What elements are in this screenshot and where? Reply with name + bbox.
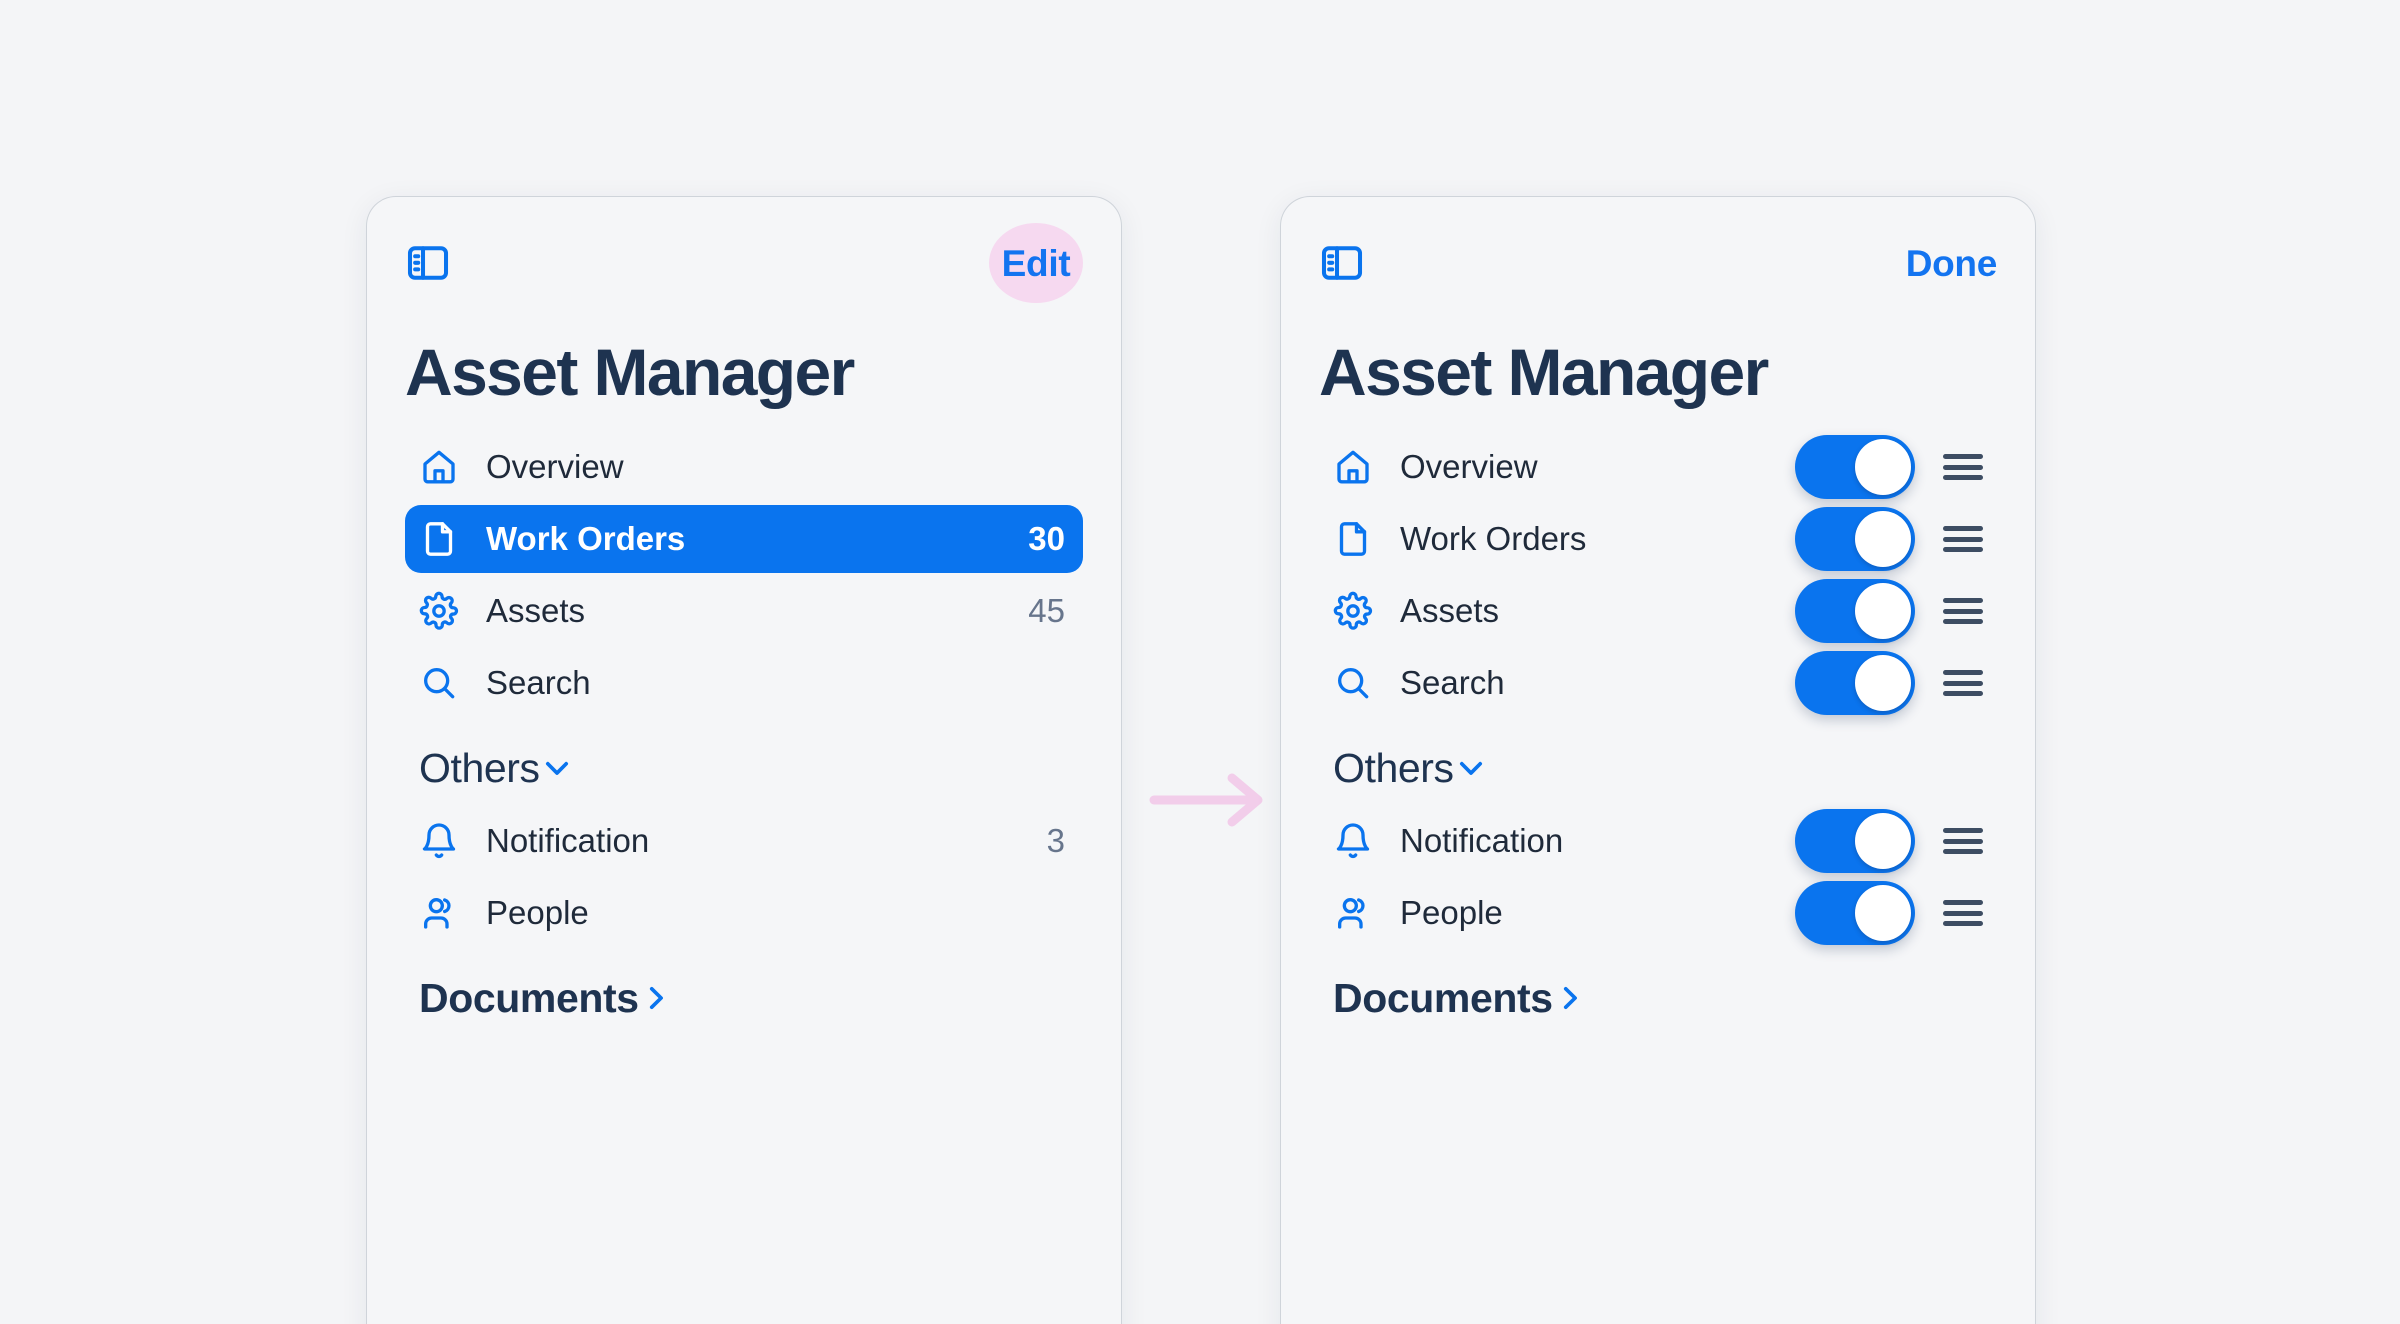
edit-button-highlight: Edit	[989, 223, 1083, 303]
sidebar-item-badge: 3	[1046, 822, 1065, 859]
toggle-knob	[1855, 813, 1911, 869]
home-icon	[1333, 447, 1373, 487]
visibility-toggle[interactable]	[1795, 435, 1915, 499]
drag-handle-icon[interactable]	[1943, 670, 1983, 696]
section-label: Others	[419, 744, 540, 791]
sidebar-item-label: Assets	[486, 592, 586, 629]
sidebar-item-label: Work Orders	[1400, 520, 1587, 557]
chevron-down-icon[interactable]	[1454, 751, 1488, 785]
sidebar-item-label: Notification	[1400, 822, 1564, 859]
sidebar-item-work-orders[interactable]: Work Orders 30	[405, 505, 1083, 573]
toggle-knob	[1855, 655, 1911, 711]
sidebar-item-label: Overview	[1400, 448, 1538, 485]
drag-handle-icon[interactable]	[1943, 828, 1983, 854]
sidebar-item-people[interactable]: People	[405, 879, 1083, 947]
visibility-toggle[interactable]	[1795, 809, 1915, 873]
section-label: Documents	[1333, 974, 1553, 1021]
page-title: Asset Manager	[1319, 335, 1769, 409]
visibility-toggle[interactable]	[1795, 881, 1915, 945]
bell-icon	[1333, 821, 1373, 861]
search-icon	[1333, 663, 1373, 703]
drag-handle-icon[interactable]	[1943, 454, 1983, 480]
drag-handle-icon[interactable]	[1943, 900, 1983, 926]
done-button[interactable]: Done	[1906, 245, 1998, 282]
row-controls	[1795, 809, 1983, 873]
home-icon	[419, 447, 459, 487]
document-icon	[1333, 519, 1373, 559]
sidebar-item-label: Search	[1400, 664, 1505, 701]
toggle-knob	[1855, 511, 1911, 567]
visibility-toggle[interactable]	[1795, 579, 1915, 643]
sidebar-item-search[interactable]: Search	[1319, 649, 1997, 717]
sidebar-item-badge: 30	[1028, 520, 1065, 557]
sidebar-item-label: People	[1400, 894, 1503, 931]
sidebar-item-people[interactable]: People	[1319, 879, 1997, 947]
sidebar-item-search[interactable]: Search	[405, 649, 1083, 717]
sidebar-item-label: Notification	[486, 822, 650, 859]
sidebar-item-label: Assets	[1400, 592, 1500, 629]
section-label: Others	[1333, 744, 1454, 791]
drag-handle-icon[interactable]	[1943, 526, 1983, 552]
panel-header-default: Edit	[405, 197, 1083, 309]
sidebar-item-label: People	[486, 894, 589, 931]
sidebar-item-label: Search	[486, 664, 591, 701]
section-label: Documents	[419, 974, 639, 1021]
sidebar-item-notification[interactable]: Notification 3	[405, 807, 1083, 875]
panel-left-icon[interactable]	[1319, 240, 1365, 286]
chevron-down-icon[interactable]	[540, 751, 574, 785]
section-header-documents[interactable]: Documents	[405, 959, 1083, 1037]
toggle-knob	[1855, 439, 1911, 495]
chevron-right-icon[interactable]	[1553, 981, 1587, 1015]
drag-handle-icon[interactable]	[1943, 598, 1983, 624]
gear-icon	[419, 591, 459, 631]
edit-button[interactable]: Edit	[1002, 245, 1071, 282]
visibility-toggle[interactable]	[1795, 651, 1915, 715]
chevron-right-icon[interactable]	[639, 981, 673, 1015]
sidebar-item-badge: 45	[1028, 592, 1065, 629]
row-controls	[1795, 579, 1983, 643]
panel-header-edit-mode: Done	[1319, 197, 1997, 309]
toggle-knob	[1855, 583, 1911, 639]
section-header-documents[interactable]: Documents	[1319, 959, 1997, 1037]
sidebar-item-work-orders[interactable]: Work Orders	[1319, 505, 1997, 573]
document-icon	[419, 519, 459, 559]
sidebar-item-assets[interactable]: Assets 45	[405, 577, 1083, 645]
row-controls	[1795, 507, 1983, 571]
sidebar-panel-default: Edit Asset Manager Overview Work Orders …	[366, 196, 1122, 1324]
sidebar-item-overview[interactable]: Overview	[1319, 433, 1997, 501]
row-controls	[1795, 651, 1983, 715]
panel-left-icon[interactable]	[405, 240, 451, 286]
gear-icon	[1333, 591, 1373, 631]
row-controls	[1795, 881, 1983, 945]
sidebar-item-notification[interactable]: Notification	[1319, 807, 1997, 875]
arrow-right-icon	[1148, 770, 1268, 830]
people-icon	[419, 893, 459, 933]
sidebar-item-overview[interactable]: Overview	[405, 433, 1083, 501]
visibility-toggle[interactable]	[1795, 507, 1915, 571]
sidebar-item-assets[interactable]: Assets	[1319, 577, 1997, 645]
row-controls	[1795, 435, 1983, 499]
sidebar-item-label: Work Orders	[486, 520, 686, 557]
sidebar-item-label: Overview	[486, 448, 624, 485]
toggle-knob	[1855, 885, 1911, 941]
people-icon	[1333, 893, 1373, 933]
section-header-others[interactable]: Others	[1319, 729, 1997, 807]
section-header-others[interactable]: Others	[405, 729, 1083, 807]
bell-icon	[419, 821, 459, 861]
page-title: Asset Manager	[405, 335, 855, 409]
sidebar-panel-edit-mode: Done Asset Manager Overview Work Orders	[1280, 196, 2036, 1324]
search-icon	[419, 663, 459, 703]
